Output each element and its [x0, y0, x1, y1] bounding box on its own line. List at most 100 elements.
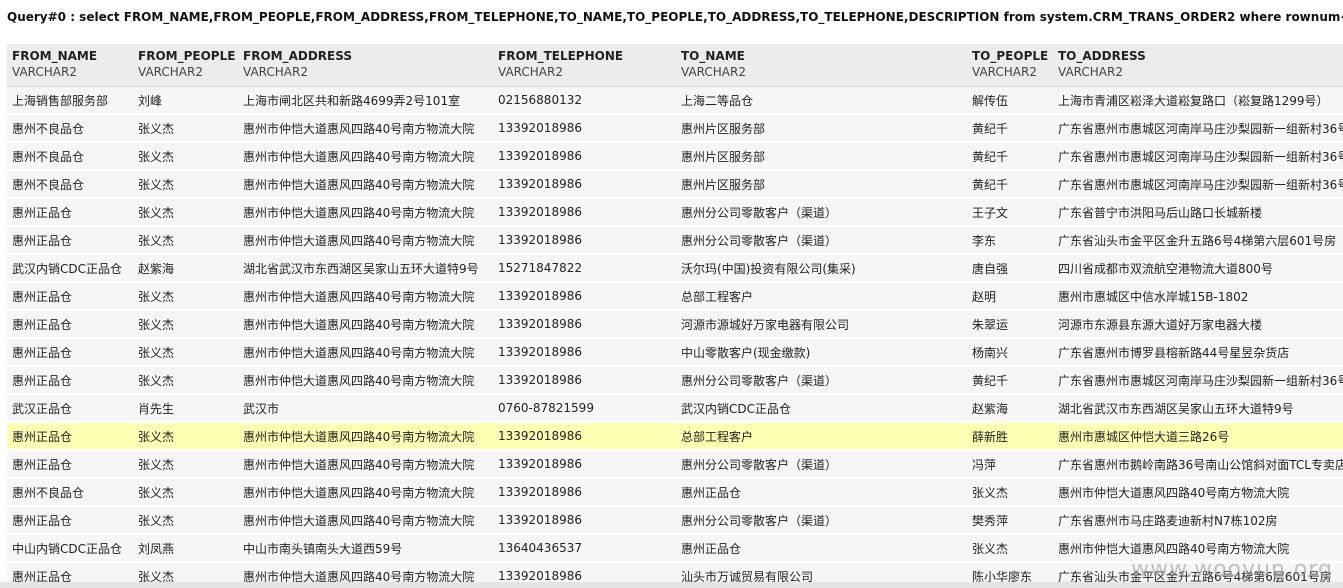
table-cell: 惠州市仲恺大道惠风四路40号南方物流大院 [238, 199, 493, 227]
column-name: FROM_ADDRESS [243, 49, 352, 63]
table-cell: 张义杰 [133, 367, 238, 395]
horizontal-scrollbar[interactable] [0, 582, 1343, 588]
table-row[interactable]: 武汉正品仓 肖先生 武汉市 0760-87821599 武汉内销CDC正品仓 赵紫海 湖北省… [7, 395, 1343, 423]
table-cell: 13392018986 [493, 479, 676, 507]
column-header-from-people[interactable]: FROM_PEOPLE VARCHAR2 [133, 44, 238, 87]
table-cell: 上海市青浦区崧泽大道崧复路口（崧复路1299号） [1053, 87, 1343, 115]
table-cell: 13392018986 [493, 451, 676, 479]
table-cell: 惠州市仲恺大道惠风四路40号南方物流大院 [238, 227, 493, 255]
table-cell: 中山内销CDC正品仓 [7, 535, 133, 563]
table-row[interactable]: 惠州正品仓 张义杰 惠州市仲恺大道惠风四路40号南方物流大院 13392018986 惠… [7, 199, 1343, 227]
column-header-to-address[interactable]: TO_ADDRESS VARCHAR2 [1053, 44, 1343, 87]
table-cell: 河源市源城好万家电器有限公司 [676, 311, 967, 339]
table-cell: 13392018986 [493, 507, 676, 535]
table-cell: 广东省普宁市洪阳马后山路口长城新楼 [1053, 199, 1343, 227]
column-name: FROM_NAME [12, 49, 98, 63]
table-row[interactable]: 惠州不良品仓 张义杰 惠州市仲恺大道惠风四路40号南方物流大院 13392018986… [7, 171, 1343, 199]
table-cell: 赵紫海 [967, 395, 1053, 423]
table-cell: 惠州市仲恺大道惠风四路40号南方物流大院 [238, 423, 493, 451]
table-cell: 张义杰 [967, 535, 1053, 563]
table-cell: 广东省惠州市博罗县榕新路44号星昱杂货店 [1053, 339, 1343, 367]
column-header-from-address[interactable]: FROM_ADDRESS VARCHAR2 [238, 44, 493, 87]
table-row[interactable]: 惠州不良品仓 张义杰 惠州市仲恺大道惠风四路40号南方物流大院 13392018986… [7, 479, 1343, 507]
table-cell: 张义杰 [133, 171, 238, 199]
table-cell: 肖先生 [133, 395, 238, 423]
table-cell: 惠州分公司零散客户（渠道） [676, 451, 967, 479]
table-cell: 13392018986 [493, 423, 676, 451]
table-cell: 唐自强 [967, 255, 1053, 283]
table-cell: 惠州市仲恺大道惠风四路40号南方物流大院 [238, 311, 493, 339]
table-cell: 上海二等品仓 [676, 87, 967, 115]
table-row[interactable]: 惠州正品仓 张义杰 惠州市仲恺大道惠风四路40号南方物流大院 13392018986 惠… [7, 227, 1343, 255]
table-cell: 王子文 [967, 199, 1053, 227]
table-header: FROM_NAME VARCHAR2 FROM_PEOPLE VARCHAR2 FROM… [7, 44, 1343, 87]
table-cell: 张义杰 [133, 423, 238, 451]
column-name: TO_PEOPLE [972, 49, 1049, 63]
table-cell: 武汉内销CDC正品仓 [676, 395, 967, 423]
table-cell: 惠州市仲恺大道惠风四路40号南方物流大院 [238, 507, 493, 535]
table-cell: 惠州市仲恺大道惠风四路40号南方物流大院 [238, 171, 493, 199]
table-cell: 惠州市仲恺大道惠风四路40号南方物流大院 [238, 115, 493, 143]
table-cell: 惠州市仲恺大道惠风四路40号南方物流大院 [238, 143, 493, 171]
table-cell: 惠州不良品仓 [7, 143, 133, 171]
table-cell: 13392018986 [493, 283, 676, 311]
table-row[interactable]: 上海销售部服务部 刘峰 上海市闸北区共和新路4699弄2号101室 021568801… [7, 87, 1343, 115]
table-cell: 张义杰 [133, 451, 238, 479]
table-body: 上海销售部服务部 刘峰 上海市闸北区共和新路4699弄2号101室 021568801… [7, 87, 1343, 588]
table-cell: 刘凤燕 [133, 535, 238, 563]
table-row[interactable]: 惠州不良品仓 张义杰 惠州市仲恺大道惠风四路40号南方物流大院 13392018986… [7, 143, 1343, 171]
table-row[interactable]: 惠州正品仓 张义杰 惠州市仲恺大道惠风四路40号南方物流大院 13392018986 惠… [7, 507, 1343, 535]
column-header-to-name[interactable]: TO_NAME VARCHAR2 [676, 44, 967, 87]
table-cell: 13392018986 [493, 115, 676, 143]
table-cell: 武汉市 [238, 395, 493, 423]
table-row[interactable]: 惠州正品仓 张义杰 惠州市仲恺大道惠风四路40号南方物流大院 13392018986 惠… [7, 451, 1343, 479]
table-cell: 惠州市仲恺大道惠风四路40号南方物流大院 [238, 283, 493, 311]
table-cell: 张义杰 [133, 227, 238, 255]
table-cell: 0760-87821599 [493, 395, 676, 423]
table-cell: 张义杰 [133, 283, 238, 311]
column-header-from-name[interactable]: FROM_NAME VARCHAR2 [7, 44, 133, 87]
table-cell: 四川省成都市双流航空港物流大道800号 [1053, 255, 1343, 283]
table-cell: 樊秀萍 [967, 507, 1053, 535]
table-cell: 惠州正品仓 [7, 199, 133, 227]
table-cell: 总部工程客户 [676, 423, 967, 451]
table-row[interactable]: 惠州正品仓 张义杰 惠州市仲恺大道惠风四路40号南方物流大院 13392018986 中… [7, 339, 1343, 367]
table-cell: 张义杰 [133, 311, 238, 339]
column-type: VARCHAR2 [1058, 65, 1123, 79]
column-type: VARCHAR2 [972, 65, 1037, 79]
table-row[interactable]: 惠州不良品仓 张义杰 惠州市仲恺大道惠风四路40号南方物流大院 13392018986… [7, 115, 1343, 143]
table-cell: 湖北省武汉市东西湖区吴家山五环大道特9号 [1053, 395, 1343, 423]
table-cell: 朱翠运 [967, 311, 1053, 339]
column-header-to-people[interactable]: TO_PEOPLE VARCHAR2 [967, 44, 1053, 87]
table-row[interactable]: 惠州正品仓 张义杰 惠州市仲恺大道惠风四路40号南方物流大院 13392018986 总… [7, 283, 1343, 311]
result-table-container[interactable]: FROM_NAME VARCHAR2 FROM_PEOPLE VARCHAR2 FROM… [7, 44, 1343, 588]
column-type: VARCHAR2 [681, 65, 746, 79]
column-header-from-telephone[interactable]: FROM_TELEPHONE VARCHAR2 [493, 44, 676, 87]
table-cell: 中山市南头镇南头大道西59号 [238, 535, 493, 563]
table-row[interactable]: 武汉内销CDC正品仓 赵紫海 湖北省武汉市东西湖区吴家山五环大道特9号 1527184… [7, 255, 1343, 283]
table-cell: 13640436537 [493, 535, 676, 563]
table-cell: 惠州市惠城区中信水岸城15B-1802 [1053, 283, 1343, 311]
table-cell: 惠州分公司零散客户（渠道） [676, 227, 967, 255]
table-cell: 广东省惠州市惠城区河南岸马庄沙梨园新一组新村36号 [1053, 367, 1343, 395]
table-cell: 中山零散客户(现金缴款) [676, 339, 967, 367]
table-cell: 广东省惠州市鹅岭南路36号南山公馆斜对面TCL专卖店 [1053, 451, 1343, 479]
table-cell: 广东省惠州市惠城区河南岸马庄沙梨园新一组新村36号 [1053, 171, 1343, 199]
table-cell: 惠州正品仓 [7, 451, 133, 479]
table-row[interactable]: 惠州正品仓 张义杰 惠州市仲恺大道惠风四路40号南方物流大院 13392018986 惠… [7, 367, 1343, 395]
table-cell: 武汉内销CDC正品仓 [7, 255, 133, 283]
table-cell: 上海销售部服务部 [7, 87, 133, 115]
table-cell: 惠州市仲恺大道惠风四路40号南方物流大院 [238, 479, 493, 507]
table-cell: 解传伍 [967, 87, 1053, 115]
table-cell: 黄纪千 [967, 171, 1053, 199]
table-cell: 上海市闸北区共和新路4699弄2号101室 [238, 87, 493, 115]
column-type: VARCHAR2 [138, 65, 203, 79]
table-cell: 惠州正品仓 [7, 283, 133, 311]
table-row[interactable]: 惠州正品仓 张义杰 惠州市仲恺大道惠风四路40号南方物流大院 13392018986 河… [7, 311, 1343, 339]
table-cell: 赵明 [967, 283, 1053, 311]
table-cell: 13392018986 [493, 143, 676, 171]
table-row[interactable]: 惠州正品仓 张义杰 惠州市仲恺大道惠风四路40号南方物流大院 13392018986 总… [7, 423, 1343, 451]
table-cell: 武汉正品仓 [7, 395, 133, 423]
table-cell: 13392018986 [493, 171, 676, 199]
column-type: VARCHAR2 [498, 65, 563, 79]
